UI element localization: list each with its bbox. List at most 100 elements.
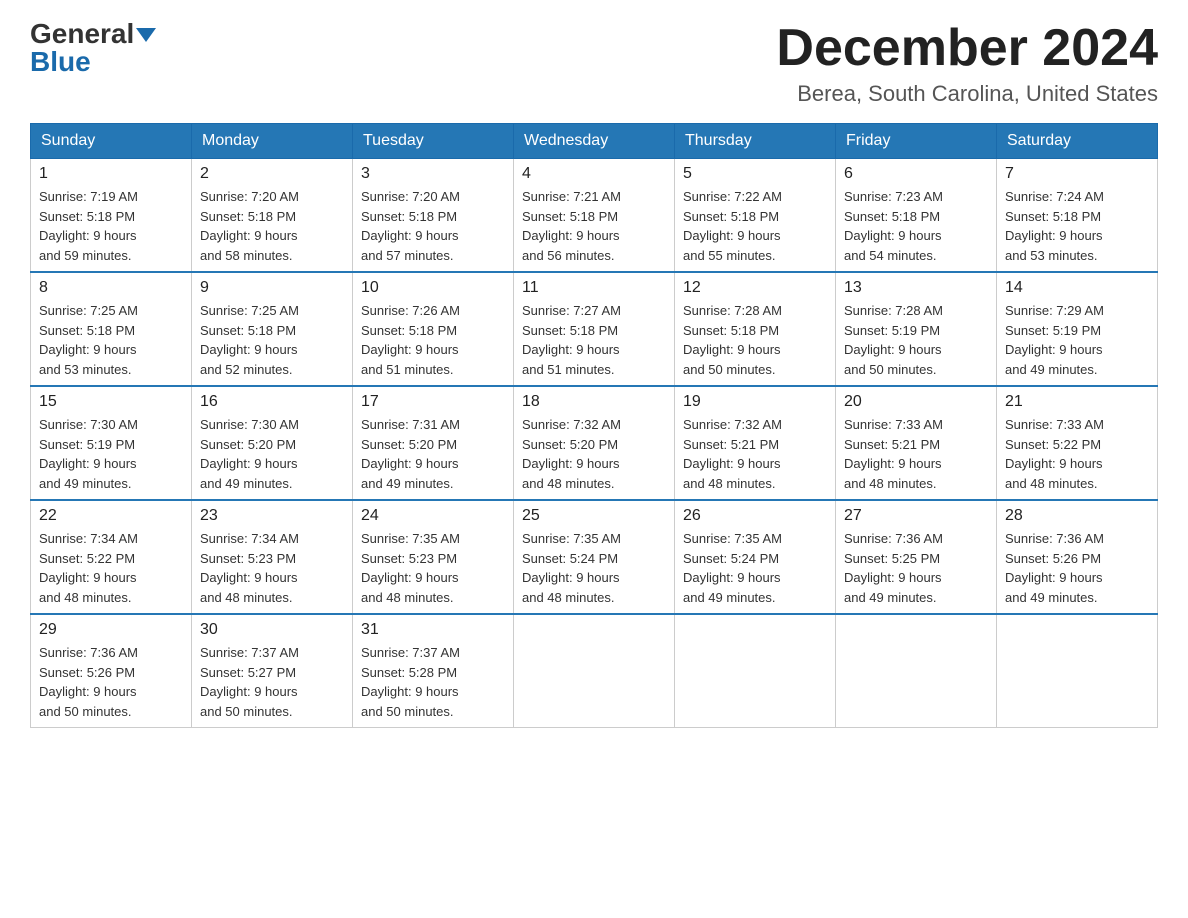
day-header-wednesday: Wednesday [514,124,675,159]
logo-blue-text: Blue [30,46,91,77]
day-info: Sunrise: 7:20 AM Sunset: 5:18 PM Dayligh… [200,187,344,265]
calendar-week-row: 8 Sunrise: 7:25 AM Sunset: 5:18 PM Dayli… [31,272,1158,386]
day-number: 18 [522,393,666,411]
day-cell-18: 18 Sunrise: 7:32 AM Sunset: 5:20 PM Dayl… [514,386,675,500]
day-info: Sunrise: 7:35 AM Sunset: 5:24 PM Dayligh… [522,529,666,607]
day-number: 1 [39,165,183,183]
day-number: 2 [200,165,344,183]
day-info: Sunrise: 7:27 AM Sunset: 5:18 PM Dayligh… [522,301,666,379]
day-info: Sunrise: 7:19 AM Sunset: 5:18 PM Dayligh… [39,187,183,265]
day-info: Sunrise: 7:34 AM Sunset: 5:23 PM Dayligh… [200,529,344,607]
day-info: Sunrise: 7:30 AM Sunset: 5:19 PM Dayligh… [39,415,183,493]
calendar-table: SundayMondayTuesdayWednesdayThursdayFrid… [30,123,1158,728]
day-info: Sunrise: 7:35 AM Sunset: 5:24 PM Dayligh… [683,529,827,607]
logo-top: General [30,20,156,48]
day-info: Sunrise: 7:34 AM Sunset: 5:22 PM Dayligh… [39,529,183,607]
day-info: Sunrise: 7:37 AM Sunset: 5:27 PM Dayligh… [200,643,344,721]
day-cell-5: 5 Sunrise: 7:22 AM Sunset: 5:18 PM Dayli… [675,159,836,273]
day-info: Sunrise: 7:32 AM Sunset: 5:20 PM Dayligh… [522,415,666,493]
empty-day-cell [514,614,675,728]
day-header-saturday: Saturday [997,124,1158,159]
day-cell-6: 6 Sunrise: 7:23 AM Sunset: 5:18 PM Dayli… [836,159,997,273]
day-cell-31: 31 Sunrise: 7:37 AM Sunset: 5:28 PM Dayl… [353,614,514,728]
page-header: General Blue December 2024 Berea, South … [30,20,1158,107]
day-number: 26 [683,507,827,525]
day-cell-14: 14 Sunrise: 7:29 AM Sunset: 5:19 PM Dayl… [997,272,1158,386]
day-cell-13: 13 Sunrise: 7:28 AM Sunset: 5:19 PM Dayl… [836,272,997,386]
day-info: Sunrise: 7:21 AM Sunset: 5:18 PM Dayligh… [522,187,666,265]
day-cell-25: 25 Sunrise: 7:35 AM Sunset: 5:24 PM Dayl… [514,500,675,614]
day-header-tuesday: Tuesday [353,124,514,159]
day-cell-19: 19 Sunrise: 7:32 AM Sunset: 5:21 PM Dayl… [675,386,836,500]
day-number: 3 [361,165,505,183]
day-cell-28: 28 Sunrise: 7:36 AM Sunset: 5:26 PM Dayl… [997,500,1158,614]
day-info: Sunrise: 7:25 AM Sunset: 5:18 PM Dayligh… [39,301,183,379]
day-number: 16 [200,393,344,411]
calendar-week-row: 1 Sunrise: 7:19 AM Sunset: 5:18 PM Dayli… [31,159,1158,273]
day-cell-12: 12 Sunrise: 7:28 AM Sunset: 5:18 PM Dayl… [675,272,836,386]
day-cell-20: 20 Sunrise: 7:33 AM Sunset: 5:21 PM Dayl… [836,386,997,500]
day-cell-26: 26 Sunrise: 7:35 AM Sunset: 5:24 PM Dayl… [675,500,836,614]
day-cell-10: 10 Sunrise: 7:26 AM Sunset: 5:18 PM Dayl… [353,272,514,386]
day-number: 15 [39,393,183,411]
day-number: 30 [200,621,344,639]
day-number: 10 [361,279,505,297]
day-info: Sunrise: 7:29 AM Sunset: 5:19 PM Dayligh… [1005,301,1149,379]
day-info: Sunrise: 7:24 AM Sunset: 5:18 PM Dayligh… [1005,187,1149,265]
day-cell-1: 1 Sunrise: 7:19 AM Sunset: 5:18 PM Dayli… [31,159,192,273]
day-number: 4 [522,165,666,183]
day-cell-2: 2 Sunrise: 7:20 AM Sunset: 5:18 PM Dayli… [192,159,353,273]
day-number: 9 [200,279,344,297]
day-number: 13 [844,279,988,297]
day-cell-22: 22 Sunrise: 7:34 AM Sunset: 5:22 PM Dayl… [31,500,192,614]
day-number: 6 [844,165,988,183]
day-info: Sunrise: 7:32 AM Sunset: 5:21 PM Dayligh… [683,415,827,493]
day-header-friday: Friday [836,124,997,159]
location-text: Berea, South Carolina, United States [776,81,1158,107]
day-number: 7 [1005,165,1149,183]
day-cell-8: 8 Sunrise: 7:25 AM Sunset: 5:18 PM Dayli… [31,272,192,386]
day-header-sunday: Sunday [31,124,192,159]
day-info: Sunrise: 7:36 AM Sunset: 5:26 PM Dayligh… [1005,529,1149,607]
calendar-header-row: SundayMondayTuesdayWednesdayThursdayFrid… [31,124,1158,159]
day-info: Sunrise: 7:28 AM Sunset: 5:19 PM Dayligh… [844,301,988,379]
day-number: 29 [39,621,183,639]
day-cell-4: 4 Sunrise: 7:21 AM Sunset: 5:18 PM Dayli… [514,159,675,273]
month-title: December 2024 [776,20,1158,77]
day-info: Sunrise: 7:33 AM Sunset: 5:22 PM Dayligh… [1005,415,1149,493]
day-cell-27: 27 Sunrise: 7:36 AM Sunset: 5:25 PM Dayl… [836,500,997,614]
empty-day-cell [997,614,1158,728]
day-info: Sunrise: 7:31 AM Sunset: 5:20 PM Dayligh… [361,415,505,493]
day-info: Sunrise: 7:36 AM Sunset: 5:26 PM Dayligh… [39,643,183,721]
empty-day-cell [675,614,836,728]
day-number: 25 [522,507,666,525]
day-number: 27 [844,507,988,525]
day-cell-11: 11 Sunrise: 7:27 AM Sunset: 5:18 PM Dayl… [514,272,675,386]
day-number: 19 [683,393,827,411]
empty-day-cell [836,614,997,728]
day-info: Sunrise: 7:35 AM Sunset: 5:23 PM Dayligh… [361,529,505,607]
day-number: 24 [361,507,505,525]
day-number: 11 [522,279,666,297]
day-number: 21 [1005,393,1149,411]
day-info: Sunrise: 7:37 AM Sunset: 5:28 PM Dayligh… [361,643,505,721]
day-cell-29: 29 Sunrise: 7:36 AM Sunset: 5:26 PM Dayl… [31,614,192,728]
day-number: 14 [1005,279,1149,297]
day-info: Sunrise: 7:36 AM Sunset: 5:25 PM Dayligh… [844,529,988,607]
title-section: December 2024 Berea, South Carolina, Uni… [776,20,1158,107]
day-cell-9: 9 Sunrise: 7:25 AM Sunset: 5:18 PM Dayli… [192,272,353,386]
day-number: 8 [39,279,183,297]
day-cell-21: 21 Sunrise: 7:33 AM Sunset: 5:22 PM Dayl… [997,386,1158,500]
day-info: Sunrise: 7:25 AM Sunset: 5:18 PM Dayligh… [200,301,344,379]
logo: General Blue [30,20,156,76]
day-number: 28 [1005,507,1149,525]
day-header-monday: Monday [192,124,353,159]
day-cell-24: 24 Sunrise: 7:35 AM Sunset: 5:23 PM Dayl… [353,500,514,614]
calendar-week-row: 29 Sunrise: 7:36 AM Sunset: 5:26 PM Dayl… [31,614,1158,728]
day-number: 23 [200,507,344,525]
day-cell-30: 30 Sunrise: 7:37 AM Sunset: 5:27 PM Dayl… [192,614,353,728]
day-number: 20 [844,393,988,411]
day-number: 5 [683,165,827,183]
day-cell-16: 16 Sunrise: 7:30 AM Sunset: 5:20 PM Dayl… [192,386,353,500]
day-cell-3: 3 Sunrise: 7:20 AM Sunset: 5:18 PM Dayli… [353,159,514,273]
